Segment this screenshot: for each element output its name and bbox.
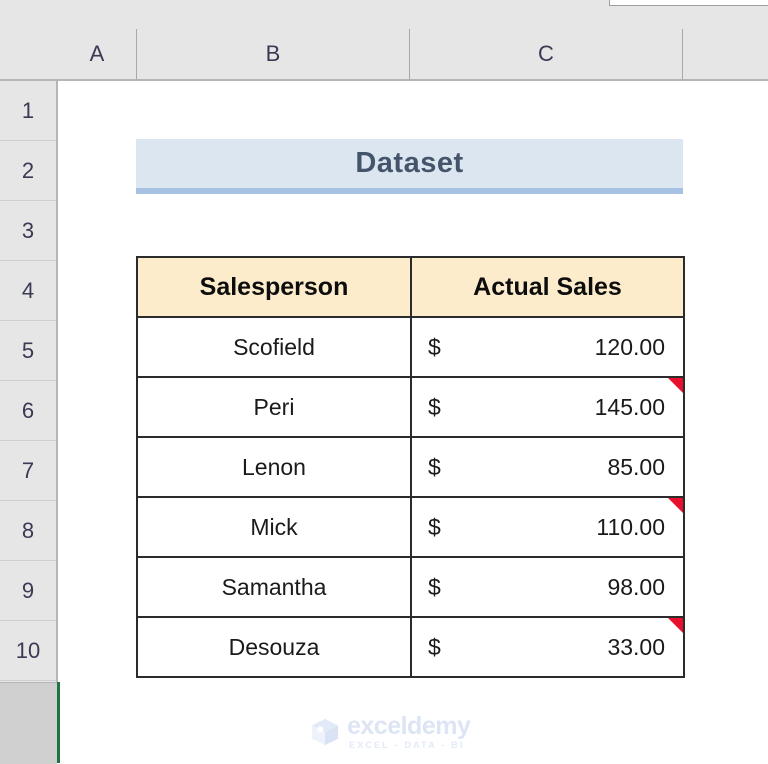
exceldemy-tagline: EXCEL - DATA - BI — [349, 740, 465, 750]
row-header-6[interactable]: 6 — [0, 381, 56, 441]
cell-salesperson[interactable]: Scofield — [136, 316, 412, 378]
row-header-9[interactable]: 9 — [0, 561, 56, 621]
formula-bar-cutoff[interactable] — [609, 0, 768, 6]
cell-actual-sales[interactable]: $ 98.00 — [410, 556, 685, 618]
column-header-a[interactable]: A — [58, 29, 137, 79]
table-row: Mick $ 110.00 — [136, 496, 685, 558]
row-header-8[interactable]: 8 — [0, 501, 56, 561]
column-header-c[interactable]: C — [410, 29, 683, 79]
column-header-bar: A B C — [0, 29, 768, 81]
currency-symbol: $ — [428, 393, 441, 420]
column-header-d[interactable] — [683, 29, 768, 79]
comment-indicator-icon[interactable] — [668, 378, 683, 393]
dataset-title-text: Dataset — [355, 147, 464, 179]
table-row: Scofield $ 120.00 — [136, 316, 685, 378]
row-header-bar: 1 2 3 4 5 6 7 8 9 10 — [0, 81, 58, 763]
row-header-10[interactable]: 10 — [0, 621, 56, 681]
excel-worksheet-window: A B C 1 2 3 4 5 6 7 8 9 10 Dataset Sales… — [0, 0, 768, 764]
cell-salesperson[interactable]: Desouza — [136, 616, 412, 678]
currency-symbol: $ — [428, 453, 441, 480]
table-row: Lenon $ 85.00 — [136, 436, 685, 498]
cell-actual-sales[interactable]: $ 33.00 — [410, 616, 685, 678]
cell-actual-sales[interactable]: $ 85.00 — [410, 436, 685, 498]
amount-value: 110.00 — [596, 513, 665, 540]
currency-symbol: $ — [428, 633, 441, 660]
table-row: Desouza $ 33.00 — [136, 616, 685, 678]
table-row: Peri $ 145.00 — [136, 376, 685, 438]
table-row: Samantha $ 98.00 — [136, 556, 685, 618]
amount-value: 120.00 — [594, 333, 665, 360]
sales-data-table: Salesperson Actual Sales Scofield $ 120.… — [136, 256, 685, 678]
dataset-title-cell[interactable]: Dataset — [136, 139, 683, 194]
currency-symbol: $ — [428, 333, 441, 360]
row-header-filler — [0, 682, 57, 764]
currency-symbol: $ — [428, 513, 441, 540]
comment-indicator-icon[interactable] — [668, 498, 683, 513]
comment-indicator-icon[interactable] — [668, 618, 683, 633]
cell-salesperson[interactable]: Mick — [136, 496, 412, 558]
toolbar-strip — [0, 0, 768, 30]
table-header-row: Salesperson Actual Sales — [136, 256, 685, 318]
column-header-actual-sales[interactable]: Actual Sales — [410, 256, 685, 318]
row-header-5[interactable]: 5 — [0, 321, 56, 381]
exceldemy-brand-name: exceldemy — [347, 712, 471, 740]
exceldemy-watermark: exceldemy EXCEL - DATA - BI — [310, 712, 471, 750]
cell-actual-sales[interactable]: $ 120.00 — [410, 316, 685, 378]
amount-value: 33.00 — [607, 633, 665, 660]
amount-value: 98.00 — [607, 573, 665, 600]
amount-value: 145.00 — [594, 393, 665, 420]
cell-actual-sales[interactable]: $ 110.00 — [410, 496, 685, 558]
row-header-1[interactable]: 1 — [0, 81, 56, 141]
row-header-3[interactable]: 3 — [0, 201, 56, 261]
cell-salesperson[interactable]: Peri — [136, 376, 412, 438]
exceldemy-text-block: exceldemy EXCEL - DATA - BI — [347, 712, 471, 750]
cell-salesperson[interactable]: Lenon — [136, 436, 412, 498]
row-header-7[interactable]: 7 — [0, 441, 56, 501]
column-header-salesperson[interactable]: Salesperson — [136, 256, 412, 318]
row-header-4[interactable]: 4 — [0, 261, 56, 321]
column-header-b[interactable]: B — [137, 29, 410, 79]
cell-actual-sales[interactable]: $ 145.00 — [410, 376, 685, 438]
row-header-2[interactable]: 2 — [0, 141, 56, 201]
currency-symbol: $ — [428, 573, 441, 600]
amount-value: 85.00 — [607, 453, 665, 480]
exceldemy-cube-logo-icon — [311, 718, 339, 746]
cell-salesperson[interactable]: Samantha — [136, 556, 412, 618]
